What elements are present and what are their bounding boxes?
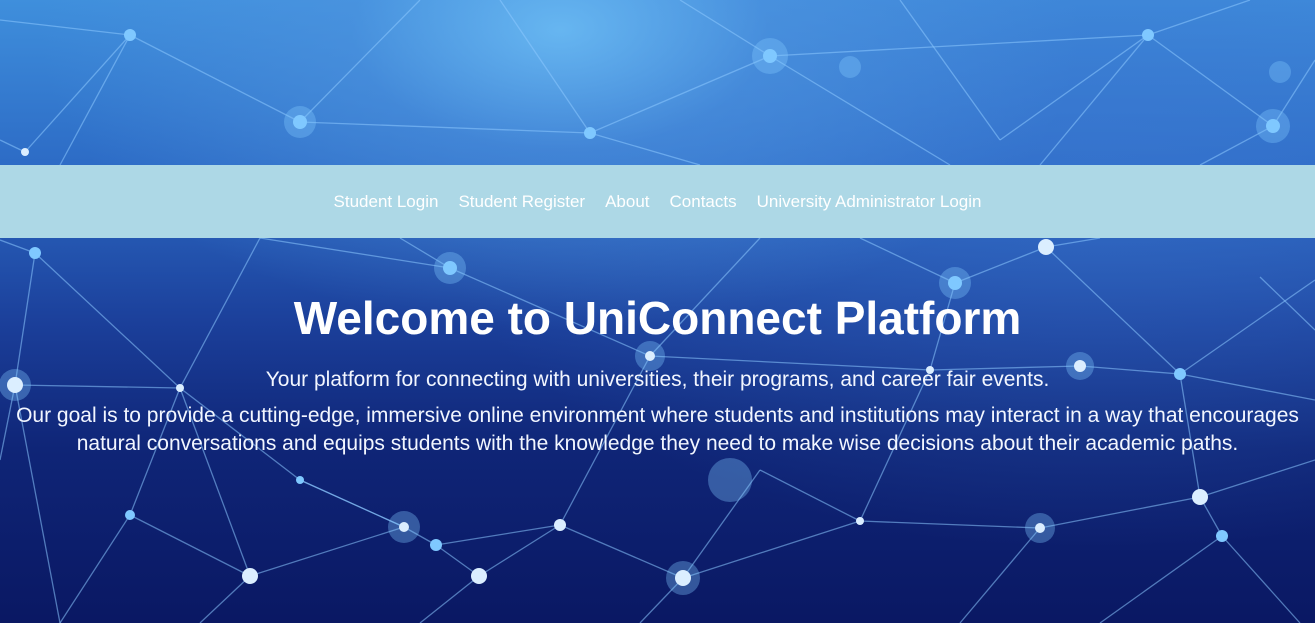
- nav-student-register-link[interactable]: Student Register: [458, 192, 585, 212]
- nav-student-login-link[interactable]: Student Login: [334, 192, 439, 212]
- top-navbar: Student Login Student Register About Con…: [0, 165, 1315, 238]
- hero-description: Our goal is to provide a cutting-edge, i…: [16, 404, 1299, 455]
- nav-university-admin-login-link[interactable]: University Administrator Login: [757, 192, 982, 212]
- nav-about-link[interactable]: About: [605, 192, 649, 212]
- nav-contacts-link[interactable]: Contacts: [670, 192, 737, 212]
- hero-subtitle: Your platform for connecting with univer…: [265, 368, 1050, 391]
- hero-section: Welcome to UniConnect Platform Your plat…: [0, 290, 1315, 458]
- hero-title: Welcome to UniConnect Platform: [293, 292, 1022, 344]
